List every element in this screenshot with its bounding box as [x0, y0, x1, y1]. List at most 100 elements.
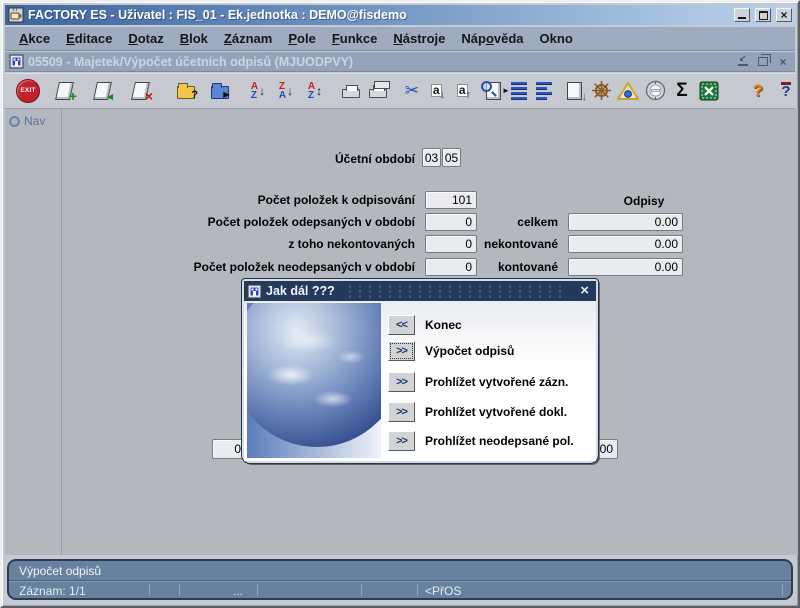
- print-button[interactable]: [338, 77, 364, 104]
- hint-button[interactable]: [615, 77, 641, 104]
- list-values-button[interactable]: ↓: [561, 77, 587, 104]
- menu-pole[interactable]: Pole: [280, 28, 323, 49]
- konec-label: Konec: [425, 318, 462, 332]
- summary-button[interactable]: Σ: [669, 77, 695, 104]
- execute-query-icon: ►: [211, 86, 229, 99]
- help-icon: ?: [753, 81, 763, 101]
- list-values-icon: [567, 82, 582, 100]
- delete-record-button[interactable]: ×: [127, 77, 153, 104]
- sort-descending-button[interactable]: ZA↓: [273, 77, 299, 104]
- paste-button[interactable]: a↑: [451, 77, 477, 104]
- mdi-restore-button[interactable]: [735, 55, 751, 69]
- tab-nav[interactable]: Nav: [9, 114, 57, 128]
- find-icon: [481, 81, 492, 92]
- print-multiple-button[interactable]: [365, 77, 391, 104]
- exit-button[interactable]: EXIT: [15, 77, 41, 104]
- print-icon: [342, 89, 360, 98]
- cascade-icon: [758, 57, 768, 66]
- menu-okno[interactable]: Okno: [532, 28, 581, 49]
- status-separator: [257, 584, 258, 596]
- cut-button[interactable]: ✂: [399, 77, 425, 104]
- status-mode: <PřOS: [425, 584, 461, 598]
- mdi-window-title: 05509 - Majetek/Výpočet účetních odpisů …: [28, 55, 731, 69]
- status-message: Výpočet odpisů: [9, 561, 791, 581]
- row3-label: z toho nekontovaných: [155, 237, 415, 251]
- period-label: Účetní období: [185, 152, 415, 166]
- menu-bar: Akce Editace Dotaz Blok Záznam Pole Funk…: [5, 26, 795, 51]
- jak-dal-dialog: Jak dál ??? × << Konec >> Výpočet odpisů…: [242, 279, 598, 463]
- row4-amount-field[interactable]: 0.00: [568, 258, 683, 276]
- navigator-button[interactable]: [588, 77, 614, 104]
- prohlizet-zazn-button[interactable]: >>: [388, 372, 415, 392]
- status-separator: [782, 584, 783, 596]
- print-multiple-icon: [369, 89, 387, 98]
- sort-custom-button[interactable]: AZ↕: [302, 77, 328, 104]
- nav-label: Nav: [24, 114, 45, 128]
- prohlizet-pol-label: Prohlížet neodepsané pol.: [425, 434, 574, 448]
- enter-query-button[interactable]: ?: [173, 77, 199, 104]
- mdi-close-button[interactable]: ×: [775, 55, 791, 69]
- prohlizet-zazn-label: Prohlížet vytvořené zázn.: [425, 375, 568, 389]
- menu-dotaz[interactable]: Dotaz: [120, 28, 171, 49]
- status-dots: ...: [233, 584, 243, 598]
- execute-query-button[interactable]: ►: [207, 77, 233, 104]
- application-window: FACTORY ES - Uživatel : FIS_01 - Ek.jedn…: [0, 0, 800, 608]
- row1-count-field[interactable]: 101: [425, 191, 477, 209]
- copy-button[interactable]: a↓: [425, 77, 451, 104]
- insert-record-button[interactable]: +: [51, 77, 77, 104]
- status-row2: Záznam: 1/1 ... <PřOS: [9, 582, 791, 598]
- menu-blok[interactable]: Blok: [172, 28, 216, 49]
- sort-ascending-icon: AZ↓: [251, 82, 265, 100]
- sort-ascending-button[interactable]: AZ↓: [245, 77, 271, 104]
- calendar-button[interactable]: [642, 77, 668, 104]
- record-indicator: Záznam: 1/1: [19, 584, 86, 598]
- menu-napoveda[interactable]: Nápověda: [453, 28, 531, 49]
- context-help-button[interactable]: ?: [773, 77, 799, 104]
- close-icon: ×: [780, 9, 787, 21]
- prohlizet-dokl-button[interactable]: >>: [388, 402, 415, 422]
- period-to-field[interactable]: 05: [442, 148, 461, 167]
- duplicate-record-button[interactable]: ◄: [89, 77, 115, 104]
- row3-mid-label: nekontované: [458, 237, 558, 251]
- dialog-icon: [247, 284, 262, 299]
- menu-akce[interactable]: Akce: [11, 28, 58, 49]
- row2-amount-field[interactable]: 0.00: [568, 213, 683, 231]
- title-bar: FACTORY ES - Uživatel : FIS_01 - Ek.jedn…: [5, 5, 795, 25]
- konec-button[interactable]: <<: [388, 315, 415, 335]
- prohlizet-pol-button[interactable]: >>: [388, 431, 415, 451]
- nav-radio-icon: [9, 116, 20, 127]
- row2-label: Počet položek odepsaných v období: [155, 215, 415, 229]
- excel-icon: [699, 81, 719, 101]
- vypocet-odpisu-label: Výpočet odpisů: [425, 344, 514, 358]
- status-separator: [361, 584, 362, 596]
- prohlizet-dokl-label: Prohlížet vytvořené dokl.: [425, 405, 567, 419]
- find-button[interactable]: [477, 77, 503, 104]
- menu-zaznam[interactable]: Záznam: [216, 28, 280, 49]
- sigma-icon: Σ: [676, 80, 687, 102]
- minimize-button[interactable]: [734, 8, 750, 22]
- odpisy-header: Odpisy: [605, 194, 683, 208]
- window-title: FACTORY ES - Uživatel : FIS_01 - Ek.jedn…: [28, 8, 729, 22]
- menu-funkce[interactable]: Funkce: [324, 28, 386, 49]
- row3-amount-field[interactable]: 0.00: [568, 235, 683, 253]
- maximize-icon: [759, 11, 768, 20]
- excel-export-button[interactable]: [696, 77, 722, 104]
- dialog-close-button[interactable]: ×: [576, 282, 593, 300]
- exit-icon: EXIT: [16, 79, 40, 103]
- menu-nastroje[interactable]: Nástroje: [385, 28, 453, 49]
- context-help-icon: ?: [781, 82, 790, 99]
- status-separator: [417, 584, 418, 596]
- hidden-row-left-field[interactable]: 0: [212, 439, 246, 459]
- close-button[interactable]: ×: [776, 8, 792, 22]
- vypocet-odpisu-button[interactable]: >>: [388, 341, 415, 361]
- period-from-field[interactable]: 03: [422, 148, 441, 167]
- status-bar: Výpočet odpisů Záznam: 1/1 ... <PřOS: [7, 559, 793, 600]
- enter-query-icon: ?: [177, 86, 195, 99]
- maximize-button[interactable]: [755, 8, 771, 22]
- menu-editace[interactable]: Editace: [58, 28, 120, 49]
- block-menu-button[interactable]: [504, 77, 530, 104]
- mdi-maximize-button[interactable]: [755, 55, 771, 69]
- help-button[interactable]: ?: [745, 77, 771, 104]
- dialog-title: Jak dál ???: [266, 284, 335, 298]
- field-menu-button[interactable]: [531, 77, 557, 104]
